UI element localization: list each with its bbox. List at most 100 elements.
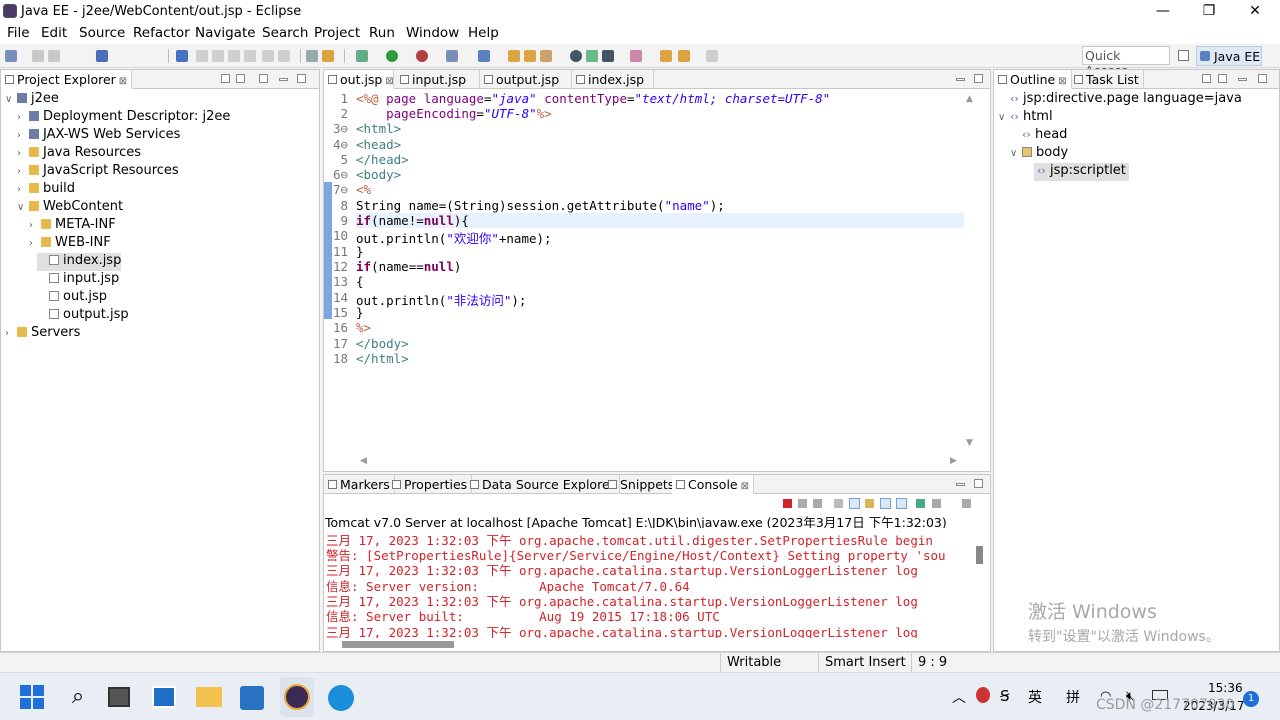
tab-markers[interactable]: Markers bbox=[324, 475, 395, 494]
minimize-console-icon[interactable] bbox=[956, 483, 965, 486]
outline-collapse-icon[interactable] bbox=[1202, 74, 1211, 83]
tree-item-webcontent[interactable]: ∨ WebContent bbox=[17, 199, 123, 217]
clock-time[interactable]: 15:36 bbox=[1208, 681, 1243, 695]
show-on-error-icon[interactable] bbox=[896, 498, 907, 509]
outline-sort-icon[interactable] bbox=[1218, 74, 1227, 83]
terminate-icon[interactable] bbox=[228, 50, 240, 62]
globe-icon[interactable] bbox=[570, 50, 582, 62]
tab-output-jsp[interactable]: output.jsp bbox=[480, 70, 572, 89]
resume-icon[interactable] bbox=[196, 50, 208, 62]
open-perspective-icon[interactable] bbox=[1178, 50, 1189, 61]
minimize-outline-icon[interactable] bbox=[1238, 78, 1247, 81]
task-view-icon[interactable] bbox=[108, 687, 130, 707]
show-on-output-icon[interactable] bbox=[880, 498, 891, 509]
close-icon[interactable]: ⊠ bbox=[119, 76, 127, 87]
code-line-11[interactable]: } bbox=[356, 244, 364, 259]
maximize-console-icon[interactable] bbox=[974, 479, 983, 488]
tree-item-out-jsp[interactable]: out.jsp bbox=[37, 289, 107, 307]
menu-project[interactable]: Project bbox=[314, 25, 360, 41]
code-line-17[interactable]: </body> bbox=[356, 336, 409, 351]
close-button[interactable]: ✕ bbox=[1232, 0, 1278, 22]
console-horizontal-scrollbar[interactable] bbox=[342, 641, 454, 648]
tree-item-meta-inf[interactable]: › META-INF bbox=[29, 217, 116, 235]
disconnect-icon[interactable] bbox=[244, 50, 256, 62]
code-line-2[interactable]: pageEncoding="UTF-8"%> bbox=[356, 106, 552, 121]
tab-project-explorer[interactable]: Project Explorer ⊠ bbox=[1, 70, 133, 89]
annotation-icon[interactable] bbox=[602, 50, 614, 62]
minimize-view-icon[interactable] bbox=[279, 78, 288, 81]
open-type-icon[interactable] bbox=[508, 50, 520, 62]
notification-badge[interactable]: 1 bbox=[1243, 691, 1259, 707]
chevron-right-icon[interactable]: › bbox=[29, 220, 41, 231]
menu-run[interactable]: Run bbox=[369, 25, 395, 41]
tab-data-source-explorer[interactable]: Data Source Explorer bbox=[466, 475, 620, 494]
chevron-right-icon[interactable]: › bbox=[17, 148, 29, 159]
tree-item-output-jsp[interactable]: output.jsp bbox=[37, 307, 129, 325]
collapse-all-icon[interactable] bbox=[221, 74, 230, 83]
chevron-right-icon[interactable]: › bbox=[17, 130, 29, 141]
perspective-java-ee[interactable]: Java EE bbox=[1196, 46, 1262, 66]
code-line-14[interactable]: out.println("非法访问"); bbox=[356, 290, 526, 309]
menu-search[interactable]: Search bbox=[262, 25, 308, 41]
tab-out-jsp[interactable]: out.jsp ⊠ bbox=[324, 70, 394, 89]
code-line-16[interactable]: %> bbox=[356, 320, 371, 335]
code-line-7[interactable]: <% bbox=[356, 182, 371, 197]
back-icon[interactable] bbox=[660, 50, 672, 62]
menu-window[interactable]: Window bbox=[406, 25, 459, 41]
menu-edit[interactable]: Edit bbox=[41, 25, 67, 41]
new-server-icon[interactable] bbox=[446, 50, 458, 62]
link-editor-icon[interactable] bbox=[236, 74, 245, 83]
tab-input-jsp[interactable]: input.jsp bbox=[396, 70, 480, 89]
chevron-right-icon[interactable]: › bbox=[5, 328, 17, 339]
ime-english[interactable]: 英 bbox=[1028, 687, 1042, 707]
tree-item-javascript-resources[interactable]: › JavaScript Resources bbox=[17, 163, 179, 181]
tree-item-java-resources[interactable]: › Java Resources bbox=[17, 145, 141, 163]
outline-item-body[interactable]: ∨ body bbox=[1010, 145, 1068, 163]
tree-item-deployment-descriptor-j2ee[interactable]: › Deployment Descriptor: j2ee bbox=[17, 109, 230, 127]
outline-item-scriptlet[interactable]: ‹› jsp:scriptlet bbox=[1034, 163, 1129, 181]
word-wrap-icon[interactable] bbox=[865, 499, 874, 508]
code-line-12[interactable]: if(name==null) bbox=[356, 259, 461, 274]
chevron-right-icon[interactable]: › bbox=[29, 238, 41, 249]
tab-console[interactable]: Console ⊠ bbox=[672, 475, 755, 494]
tree-item-build[interactable]: › build bbox=[17, 181, 75, 199]
tree-item-input-jsp[interactable]: input.jsp bbox=[37, 271, 119, 289]
maximize-editor-icon[interactable] bbox=[974, 74, 983, 83]
start-icon[interactable] bbox=[20, 685, 44, 709]
chevron-right-icon[interactable]: › bbox=[17, 112, 29, 123]
new-class-icon[interactable] bbox=[478, 50, 490, 62]
tree-item-web-inf[interactable]: › WEB-INF bbox=[29, 235, 111, 253]
debug-icon[interactable] bbox=[356, 50, 368, 62]
skip-breakpoints-icon[interactable] bbox=[176, 50, 188, 62]
maximize-view-icon[interactable] bbox=[297, 74, 306, 83]
chevron-right-icon[interactable]: › bbox=[17, 184, 29, 195]
next-edit-icon[interactable] bbox=[706, 50, 718, 62]
tray-s-icon[interactable]: Ꞩ bbox=[1000, 687, 1010, 705]
open-console-icon[interactable] bbox=[962, 499, 971, 508]
eclipse-taskbar-icon[interactable] bbox=[284, 684, 310, 710]
search-toolbar-icon[interactable] bbox=[586, 50, 598, 62]
terminate-console-icon[interactable] bbox=[783, 499, 792, 508]
code-line-5[interactable]: </head> bbox=[356, 152, 409, 167]
outline-item-html[interactable]: ∨ ‹› html bbox=[998, 109, 1053, 127]
console-icon[interactable] bbox=[96, 50, 108, 62]
code-line-9[interactable]: if(name!=null){ bbox=[356, 213, 469, 228]
code-line-13[interactable]: { bbox=[356, 274, 364, 289]
step-over-icon[interactable] bbox=[278, 50, 290, 62]
code-line-3[interactable]: <html> bbox=[356, 121, 401, 136]
console-output[interactable]: 三月 17, 2023 1:32:03 下午 org.apache.tomcat… bbox=[324, 528, 984, 638]
pin-console-icon[interactable] bbox=[916, 499, 925, 508]
close-icon[interactable]: ⊠ bbox=[741, 481, 749, 492]
external-tools-icon[interactable] bbox=[416, 50, 428, 62]
widgets-icon[interactable] bbox=[152, 686, 176, 708]
toggle-icon[interactable] bbox=[306, 50, 318, 62]
close-icon[interactable]: ⊠ bbox=[1058, 76, 1066, 87]
quick-access-input[interactable]: Quick Access bbox=[1082, 46, 1170, 78]
scroll-down-icon[interactable]: ▼ bbox=[966, 438, 976, 448]
code-line-10[interactable]: out.println("欢迎你"+name); bbox=[356, 228, 552, 247]
code-line-8[interactable]: String name=(String)session.getAttribute… bbox=[356, 198, 725, 213]
tree-item-j2ee[interactable]: ∨ j2ee bbox=[5, 91, 59, 109]
tree-item-servers[interactable]: › Servers bbox=[5, 325, 80, 343]
tab-outline[interactable]: Outline ⊠ bbox=[994, 70, 1072, 89]
open-folder-icon[interactable] bbox=[524, 50, 536, 62]
